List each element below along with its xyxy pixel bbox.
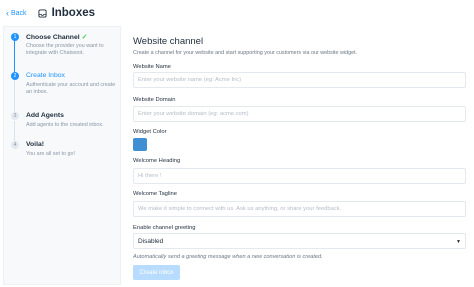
welcome-tagline-label: Welcome Tagline [133,191,177,197]
form-title: Website channel [133,36,204,47]
chevron-down-icon: ▼ [456,239,461,245]
step-connector [14,39,15,75]
step-description: You are all set to go! [26,151,75,157]
step-title: Voila! [26,141,45,148]
channel-greeting-value: Disabled [138,237,164,245]
channel-greeting-label: Enable channel greeting [133,225,196,231]
inbox-icon [38,8,47,18]
website-name-label: Website Name [133,64,171,70]
create-inbox-button[interactable]: Create inbox [133,265,180,280]
welcome-heading-label: Welcome Heading [133,158,181,164]
step-description: Add agents to the created inbox. [26,122,104,128]
step-title: Choose Channel ✓ [26,34,88,41]
website-name-input[interactable] [133,72,466,88]
step-number: 3 [11,112,19,120]
form-header: Website channel Create a channel for you… [133,36,467,56]
back-button[interactable]: ‹ Back [6,7,27,18]
widget-color-label: Widget Color [133,129,167,135]
back-label: Back [11,9,27,17]
website-domain-label: Website Domain [133,97,176,103]
welcome-heading-input[interactable] [133,168,466,184]
step-title: Create Inbox [26,72,65,79]
step-number: 2 [11,72,19,80]
welcome-tagline-input[interactable] [133,201,466,217]
channel-greeting-hint: Automatically send a greeting message wh… [133,254,323,260]
step-connector [14,121,15,143]
check-icon: ✓ [81,34,88,41]
top-bar: ‹ Back Inboxes [0,0,474,26]
page-title: Inboxes [51,7,96,19]
channel-greeting-select[interactable]: Disabled ▼ [133,233,466,249]
form-subtitle: Create a channel for your website and st… [133,50,358,56]
step-number: 1 [11,33,19,41]
chevron-left-icon: ‹ [6,7,9,18]
website-domain-input[interactable] [133,106,466,122]
setup-steps-sidebar: 1 Choose Channel ✓ Choose the provider yo… [3,26,121,285]
widget-color-picker[interactable] [133,138,147,151]
step-title: Add Agents [26,112,64,119]
step-description: Choose the provider you want to integrat… [26,43,104,56]
step-description: Authenticate your account and create an … [26,82,116,95]
step-number: 4 [11,141,19,149]
